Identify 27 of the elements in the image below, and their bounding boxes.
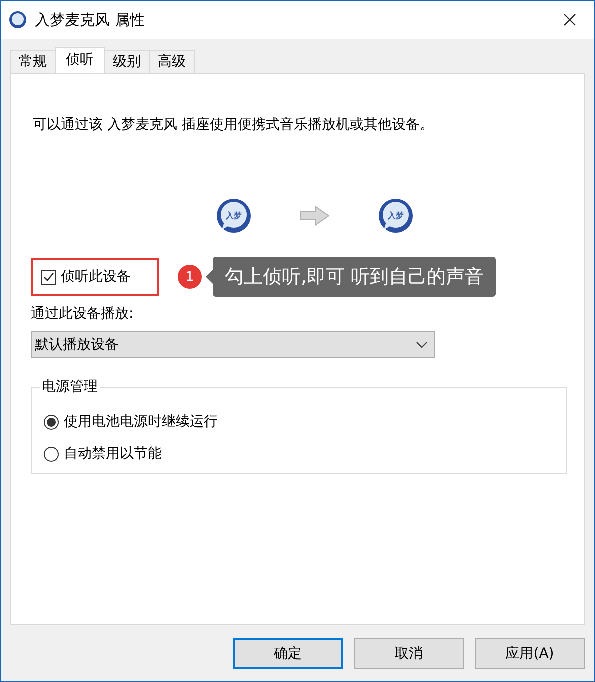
step-badge: 1 <box>178 265 202 289</box>
radio-option[interactable]: 使用电池电源时继续运行 <box>44 406 554 438</box>
callout: 勾上侦听,即可 听到自己的声音 <box>213 257 496 297</box>
dialog-button[interactable]: 确定 <box>233 638 343 669</box>
microphone-device-icon: 入梦 <box>216 198 252 234</box>
description-text: 可以通过该 入梦麦克风 插座使用便携式音乐播放机或其他设备。 <box>33 116 435 134</box>
tab[interactable]: 常规 <box>10 50 56 73</box>
radio-option[interactable]: 自动禁用以节能 <box>44 438 554 470</box>
playback-label: 通过此设备播放: <box>31 305 135 323</box>
dialog-button[interactable]: 取消 <box>354 638 464 669</box>
tab[interactable]: 侦听 <box>55 47 105 73</box>
checkbox-label: 侦听此设备 <box>61 268 131 286</box>
listen-checkbox[interactable]: 侦听此设备 <box>41 268 131 286</box>
radio-button[interactable] <box>44 414 59 430</box>
chevron-down-icon <box>416 340 428 348</box>
tab[interactable]: 高级 <box>149 50 195 73</box>
radio-button[interactable] <box>44 446 59 462</box>
close-icon[interactable] <box>564 14 576 26</box>
app-icon <box>9 11 27 29</box>
callout-pointer-icon <box>206 270 213 284</box>
microphone-device-icon: 入梦 <box>378 198 414 234</box>
dialog-button[interactable]: 应用(A) <box>475 638 585 669</box>
group-legend: 电源管理 <box>40 378 100 396</box>
playback-dropdown[interactable]: 默认播放设备 <box>31 331 435 358</box>
arrow-icon <box>300 206 330 226</box>
window-title: 入梦麦克风 属性 <box>35 10 146 30</box>
checkbox[interactable] <box>41 270 56 284</box>
